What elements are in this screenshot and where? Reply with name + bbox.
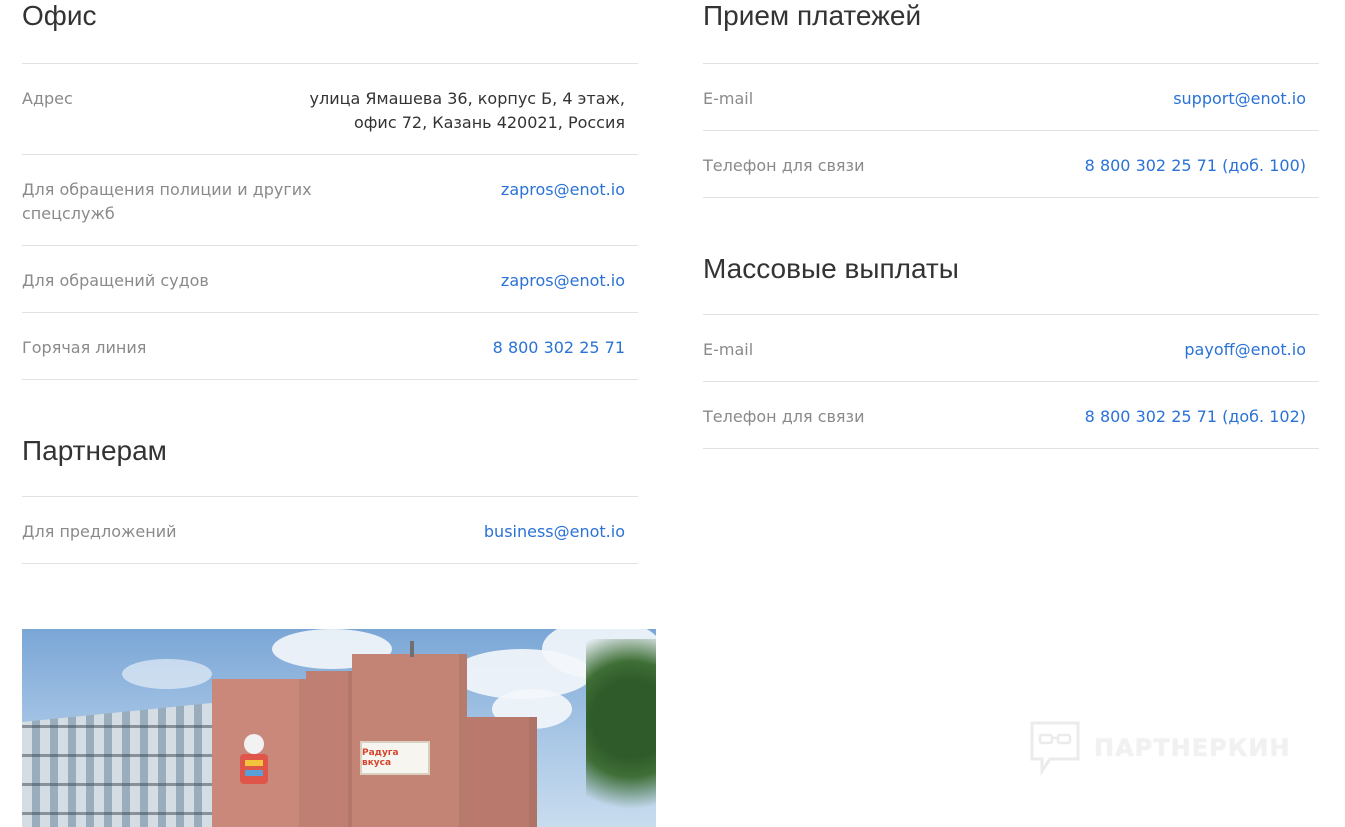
payments-email-link[interactable]: support@enot.io — [1173, 87, 1306, 111]
payouts-email-link[interactable]: payoff@enot.io — [1184, 338, 1306, 362]
watermark-text: ПАРТНЕРКИН — [1094, 734, 1291, 762]
police-label: Для обращения полиции и других спецслужб — [22, 180, 312, 223]
partners-offers-row: Для предложений business@enot.io — [22, 497, 638, 564]
office-building-photo: Радуга вкуса — [22, 629, 656, 827]
payments-phone-row: Телефон для связи 8 800 302 25 71 (доб. … — [703, 131, 1319, 198]
payouts-list: E-mail payoff@enot.io Телефон для связи … — [703, 314, 1319, 449]
store-sign: Радуга вкуса — [360, 741, 430, 775]
partners-list: Для предложений business@enot.io — [22, 496, 638, 564]
payouts-phone-row: Телефон для связи 8 800 302 25 71 (доб. … — [703, 382, 1319, 449]
office-hotline-row: Горячая линия 8 800 302 25 71 — [22, 313, 638, 380]
address-value: улица Ямашева 36, корпус Б, 4 этаж, офис… — [310, 87, 625, 135]
payments-phone-link[interactable]: 8 800 302 25 71 (доб. 100) — [1085, 154, 1306, 178]
hotline-phone-link[interactable]: 8 800 302 25 71 — [493, 336, 625, 360]
store-logo-mark — [236, 732, 272, 788]
antenna — [410, 641, 414, 657]
payments-list: E-mail support@enot.io Телефон для связи… — [703, 63, 1319, 198]
payouts-phone-link[interactable]: 8 800 302 25 71 (доб. 102) — [1085, 405, 1306, 429]
brick-tower — [306, 671, 356, 827]
right-column: Прием платежей E-mail support@enot.io Те… — [703, 0, 1319, 449]
partners-title: Партнерам — [22, 435, 167, 466]
payouts-email-label: E-mail — [703, 340, 754, 359]
office-title: Офис — [22, 0, 97, 31]
address-label: Адрес — [22, 89, 73, 108]
partnerkin-logo-icon — [1030, 721, 1080, 776]
offers-label: Для предложений — [22, 522, 177, 541]
cloud — [122, 659, 212, 689]
courts-email-link[interactable]: zapros@enot.io — [501, 269, 625, 293]
payouts-email-row: E-mail payoff@enot.io — [703, 315, 1319, 382]
office-police-row: Для обращения полиции и других спецслужб… — [22, 155, 638, 246]
left-column: Офис Адрес улица Ямашева 36, корпус Б, 4… — [22, 0, 638, 564]
office-list: Адрес улица Ямашева 36, корпус Б, 4 этаж… — [22, 63, 638, 380]
payouts-phone-label: Телефон для связи — [703, 407, 865, 426]
offers-email-link[interactable]: business@enot.io — [484, 520, 625, 544]
payouts-title: Массовые выплаты — [703, 253, 959, 284]
courts-label: Для обращений судов — [22, 271, 209, 290]
payments-email-label: E-mail — [703, 89, 754, 108]
hotline-label: Горячая линия — [22, 338, 147, 357]
office-courts-row: Для обращений судов zapros@enot.io — [22, 246, 638, 313]
address-line-1: улица Ямашева 36, корпус Б, 4 этаж, — [309, 89, 625, 108]
police-email-link[interactable]: zapros@enot.io — [501, 178, 625, 202]
office-address-row: Адрес улица Ямашева 36, корпус Б, 4 этаж… — [22, 64, 638, 155]
partnerkin-watermark: ПАРТНЕРКИН — [1028, 718, 1298, 778]
payments-email-row: E-mail support@enot.io — [703, 64, 1319, 131]
tree — [586, 639, 656, 827]
payments-title: Прием платежей — [703, 0, 922, 31]
payments-phone-label: Телефон для связи — [703, 156, 865, 175]
brick-block-right — [467, 717, 537, 827]
address-line-2: офис 72, Казань 420021, Россия — [353, 113, 625, 132]
